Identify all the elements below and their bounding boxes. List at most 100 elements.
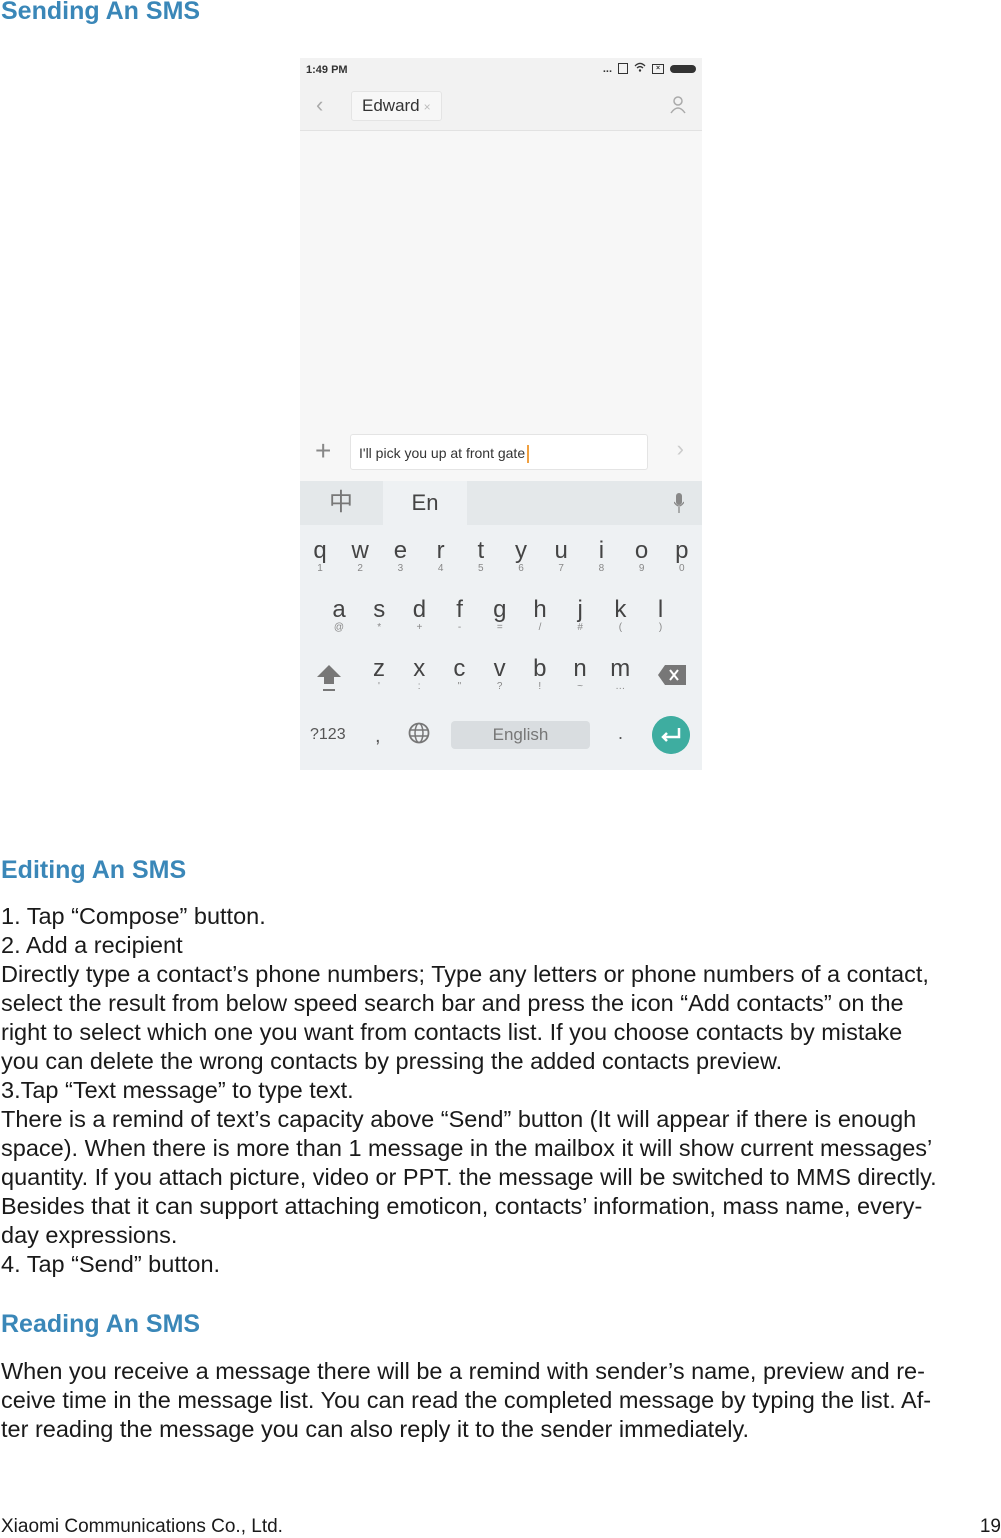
- key-v[interactable]: v?: [480, 657, 520, 693]
- key-secondary: +: [416, 622, 423, 633]
- add-contact-icon[interactable]: [670, 96, 686, 114]
- key-m[interactable]: m…: [600, 657, 640, 693]
- message-text: I'll pick you up at front gate: [359, 445, 526, 461]
- paragraph-line: quantity. If you attach picture, video o…: [1, 1164, 937, 1190]
- globe-icon[interactable]: [408, 722, 430, 744]
- key-d[interactable]: d +: [399, 598, 439, 634]
- nfc-icon: [618, 63, 628, 74]
- shift-icon[interactable]: [316, 663, 342, 693]
- backspace-icon[interactable]: [658, 665, 686, 685]
- key-secondary: @: [333, 622, 345, 633]
- recipient-name: Edward: [362, 96, 420, 115]
- key-secondary: !: [538, 681, 542, 692]
- paragraph-line: you can delete the wrong contacts by pre…: [1, 1048, 783, 1074]
- key-secondary: #: [577, 622, 583, 633]
- key-secondary: 9: [638, 563, 645, 574]
- period-key[interactable]: .: [618, 723, 623, 744]
- paragraph-line: 3.Tap “Text message” to type text.: [1, 1077, 354, 1103]
- paragraph-line: ceive time in the message list. You can …: [1, 1387, 932, 1413]
- key-u[interactable]: u7: [541, 539, 581, 575]
- key-z[interactable]: z ': [359, 657, 399, 693]
- status-time: 1:49 PM: [306, 64, 348, 76]
- key-h[interactable]: h /: [520, 598, 560, 634]
- key-j[interactable]: j #: [560, 598, 600, 634]
- text-caret: [527, 445, 530, 464]
- key-letter: m: [610, 655, 631, 682]
- symbols-key[interactable]: ?123: [310, 726, 346, 744]
- key-letter: u: [554, 537, 568, 564]
- key-secondary: *: [377, 622, 382, 633]
- key-secondary: ): [658, 622, 663, 633]
- message-input-bar: + I'll pick you up at front gate ›: [300, 425, 702, 481]
- recipient-chip[interactable]: Edward ×: [351, 91, 442, 121]
- key-q[interactable]: q1: [300, 539, 340, 575]
- key-secondary: ?: [496, 681, 503, 692]
- key-secondary: :: [417, 681, 421, 692]
- status-bar: 1:49 PM ... ×: [300, 58, 702, 82]
- key-g[interactable]: g =: [480, 598, 520, 634]
- message-thread-area: [300, 131, 702, 426]
- send-arrow-icon[interactable]: ›: [677, 436, 684, 462]
- section-title-reading: Reading An SMS: [1, 1310, 201, 1338]
- key-o[interactable]: o9: [622, 539, 662, 575]
- footer-company: Xiaomi Communications Co., Ltd.: [1, 1516, 283, 1537]
- key-secondary: 4: [437, 563, 444, 574]
- chinese-input-tab[interactable]: 中: [300, 481, 382, 525]
- key-y[interactable]: y6: [501, 539, 541, 575]
- message-input[interactable]: I'll pick you up at front gate: [350, 434, 648, 470]
- english-input-tab[interactable]: En: [383, 481, 467, 525]
- key-secondary: 7: [558, 563, 564, 574]
- remove-recipient-icon[interactable]: ×: [424, 100, 431, 114]
- back-icon[interactable]: ‹: [316, 92, 323, 118]
- battery-icon: [670, 64, 696, 73]
- paragraph-line: Directly type a contact’s phone numbers;…: [1, 961, 929, 987]
- paragraph-line: 4. Tap “Send” button.: [1, 1251, 221, 1277]
- key-n[interactable]: n ~: [560, 657, 600, 693]
- keyboard-toolbar: 中 En: [300, 481, 702, 525]
- attach-plus-icon[interactable]: +: [315, 435, 331, 467]
- key-p[interactable]: p0: [662, 539, 702, 575]
- paragraph-line: 2. Add a recipient: [1, 932, 183, 958]
- key-a[interactable]: a @: [319, 598, 359, 634]
- key-t[interactable]: t5: [461, 539, 501, 575]
- key-k[interactable]: k(: [600, 598, 640, 634]
- microphone-icon[interactable]: [674, 493, 684, 513]
- key-secondary: ": [457, 681, 462, 692]
- key-letter: v: [493, 655, 506, 682]
- paragraph-line: day expressions.: [1, 1222, 178, 1248]
- paragraph-line: When you receive a message there will be…: [1, 1358, 925, 1384]
- paragraph-line: right to select which one you want from …: [1, 1019, 903, 1045]
- key-letter: c: [453, 655, 466, 682]
- key-secondary: …: [615, 681, 626, 692]
- key-letter: w: [351, 537, 369, 564]
- paragraph-line: There is a remind of text’s capacity abo…: [1, 1106, 917, 1132]
- key-s[interactable]: s *: [359, 598, 399, 634]
- key-w[interactable]: w2: [340, 539, 380, 575]
- key-secondary: 0: [679, 563, 685, 574]
- key-secondary: 5: [478, 563, 484, 574]
- key-r[interactable]: r4: [421, 539, 461, 575]
- key-l[interactable]: l): [641, 598, 681, 634]
- enter-key-icon[interactable]: [652, 716, 690, 754]
- key-secondary: ~: [577, 681, 583, 692]
- key-secondary: -: [457, 622, 462, 633]
- more-notifications-icon: ...: [602, 62, 612, 75]
- key-letter: q: [313, 537, 327, 564]
- key-i[interactable]: i8: [581, 539, 621, 575]
- key-letter: i: [598, 537, 605, 564]
- key-f[interactable]: f-: [440, 598, 480, 634]
- key-secondary: 8: [598, 563, 605, 574]
- paragraph-line: select the result from below speed searc…: [1, 990, 904, 1016]
- page-number: 19: [979, 1516, 1001, 1537]
- key-secondary: 2: [357, 563, 363, 574]
- key-secondary: ': [378, 681, 380, 692]
- key-b[interactable]: b!: [520, 657, 560, 693]
- key-e[interactable]: e3: [380, 539, 420, 575]
- comma-key[interactable]: ,: [375, 725, 381, 748]
- key-secondary: 6: [518, 563, 524, 574]
- keyboard: ?123 , English . q 1 w 2 e 3 r 4 t 5 y 6 u 7 i 8 o 9 p 0 a @ s…: [300, 525, 702, 770]
- key-c[interactable]: c ": [439, 657, 479, 693]
- key-x[interactable]: x:: [399, 657, 439, 693]
- space-key[interactable]: English: [451, 721, 590, 749]
- key-letter: t: [477, 537, 485, 564]
